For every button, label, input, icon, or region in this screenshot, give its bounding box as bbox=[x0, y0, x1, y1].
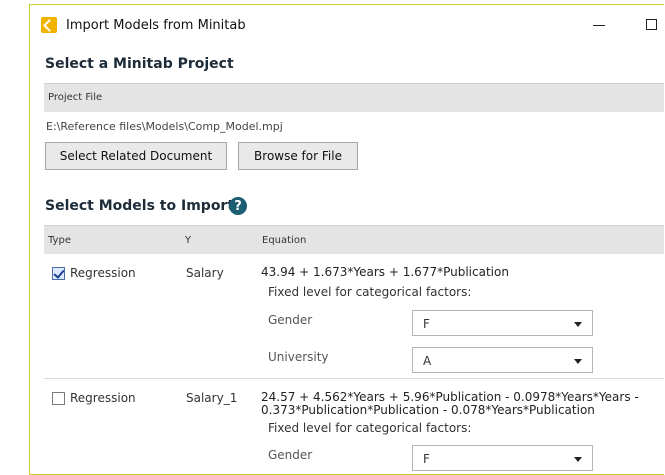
models-table-header: Type Y Equation bbox=[44, 225, 664, 254]
gender-select[interactable]: F bbox=[412, 445, 593, 471]
model-response: Salary_1 bbox=[186, 391, 238, 405]
model-type: Regression bbox=[70, 266, 136, 280]
minimize-icon[interactable] bbox=[593, 25, 605, 26]
gender-select-value: F bbox=[423, 317, 430, 331]
factor-label-gender: Gender bbox=[268, 313, 313, 327]
title-bar[interactable]: Import Models from Minitab bbox=[30, 5, 664, 45]
factor-label-gender: Gender bbox=[268, 448, 313, 462]
project-file-path: E:\Reference files\Models\Comp_Model.mpj bbox=[46, 120, 283, 133]
project-file-header: Project File bbox=[44, 83, 664, 112]
window-title: Import Models from Minitab bbox=[66, 18, 246, 33]
gender-select-value: F bbox=[423, 452, 430, 466]
chevron-down-icon bbox=[574, 457, 582, 462]
minitab-import-icon bbox=[41, 17, 57, 33]
model-checkbox-checked[interactable] bbox=[52, 267, 65, 280]
model-equation: 24.57 + 4.562*Years + 5.96*Publication -… bbox=[261, 391, 661, 417]
column-header-type: Type bbox=[48, 235, 71, 246]
column-header-equation: Equation bbox=[262, 235, 307, 246]
fixed-level-label: Fixed level for categorical factors: bbox=[268, 285, 472, 299]
maximize-icon[interactable] bbox=[646, 19, 657, 30]
help-icon[interactable]: ? bbox=[229, 197, 247, 215]
university-select[interactable]: A bbox=[412, 347, 593, 373]
project-section-heading: Select a Minitab Project bbox=[45, 56, 234, 72]
model-equation-line-2: 0.373*Publication*Publication - 0.078*Ye… bbox=[261, 403, 595, 417]
select-related-document-button[interactable]: Select Related Document bbox=[45, 142, 227, 170]
table-row: Regression Salary_1 24.57 + 4.562*Years … bbox=[44, 379, 664, 474]
model-equation: 43.94 + 1.673*Years + 1.677*Publication bbox=[261, 265, 509, 279]
fixed-level-label: Fixed level for categorical factors: bbox=[268, 421, 472, 435]
column-header-y: Y bbox=[185, 235, 192, 246]
browse-for-file-button[interactable]: Browse for File bbox=[238, 142, 358, 170]
table-row: Regression Salary 43.94 + 1.673*Years + … bbox=[44, 254, 664, 379]
university-select-value: A bbox=[423, 354, 432, 368]
model-response: Salary bbox=[186, 266, 224, 280]
project-file-label: Project File bbox=[48, 92, 103, 103]
chevron-down-icon bbox=[574, 322, 582, 327]
factor-label-university: University bbox=[268, 350, 329, 364]
import-window: Import Models from Minitab Select a Mini… bbox=[29, 4, 664, 475]
models-section-heading: Select Models to Import bbox=[45, 198, 235, 214]
model-type: Regression bbox=[70, 391, 136, 405]
gender-select[interactable]: F bbox=[412, 310, 593, 336]
chevron-down-icon bbox=[574, 359, 582, 364]
model-checkbox-unchecked[interactable] bbox=[52, 392, 65, 405]
